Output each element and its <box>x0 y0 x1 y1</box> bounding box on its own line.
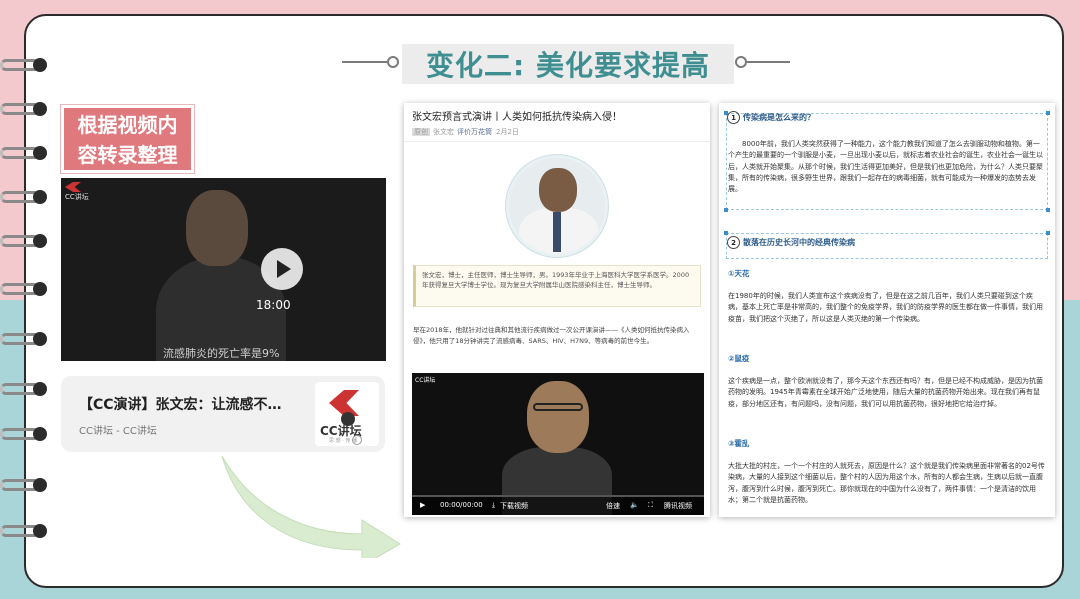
curved-arrow-icon <box>221 455 401 558</box>
embedded-speaker-head <box>527 381 589 453</box>
notebook-page: 变化二: 美化要求提高 根据视频内 容转录整理 CC讲坛 18:00 流感肺炎的… <box>24 14 1064 588</box>
badge-line-2: 容转录整理 <box>77 143 178 167</box>
portrait-head <box>539 168 577 212</box>
video-controls: ▶ 00:00/00:00 ⤓ 下载视频 倍速 🔈 ⛶ 腾讯视频 <box>412 495 704 515</box>
transcript-document: 1 传染病是怎么来的？ 8000年前，我们人类突然获得了一种能力，这个能力教我们… <box>719 103 1055 517</box>
speaker-head <box>186 190 248 266</box>
binder-ring <box>0 280 47 300</box>
item-cholera-body: 大批大批的村庄，一个一个村庄的人就死去，原因是什么？这个就是我们传染病里面非常著… <box>728 462 1045 504</box>
resize-handle[interactable] <box>724 208 728 212</box>
binder-ring <box>0 425 47 445</box>
item-smallpox-body: 在1980年的时候，我们人类宣布这个疾病没有了，但是在这之前几百年，我们人类只要… <box>728 292 1043 323</box>
volume-icon[interactable]: 🔈 <box>630 501 639 509</box>
video-logo: CC讲坛 <box>65 182 89 201</box>
video-progress-bar[interactable] <box>412 495 704 497</box>
portrait-tie <box>553 212 561 252</box>
item-smallpox-title: ①天花 <box>728 269 750 278</box>
resize-handle[interactable] <box>724 231 728 235</box>
item-plague-title: ②鼠疫 <box>728 354 750 363</box>
embedded-video-logo: CC讲坛 <box>415 377 436 384</box>
section-1-number: 1 <box>727 111 740 124</box>
slide-title-box: 变化二: 美化要求提高 <box>402 44 734 84</box>
embedded-video[interactable]: CC讲坛 ▶ 00:00/00:00 ⤓ 下载视频 倍速 🔈 ⛶ 腾讯视频 <box>412 373 704 515</box>
article-intro: 早在2018年，他就针对过往典和其他流行疾病做过一次公开课演讲——《人类如何抵抗… <box>413 326 690 345</box>
section-1-heading: 1 传染病是怎么来的？ <box>727 111 815 124</box>
binder-ring <box>0 144 47 164</box>
cc-logo: CC讲坛 思 想 · 传 播 <box>315 382 379 446</box>
article-meta: 原创 张文宏 评价万花筒 2月2日 <box>412 127 519 137</box>
resize-handle[interactable] <box>1046 208 1050 212</box>
meta-divider <box>404 141 710 142</box>
binder-ring <box>0 100 47 120</box>
author-portrait <box>506 155 608 257</box>
item-cholera-title: ③霍乱 <box>728 439 750 448</box>
title-line-right <box>745 61 790 63</box>
tencent-video-logo: 腾讯视频 <box>664 502 692 510</box>
speaker-figure <box>156 190 286 361</box>
article-screenshot: 张文宏预言式演讲丨人类如何抵抗传染病入侵！ 原创 张文宏 评价万花筒 2月2日 张文宏… <box>404 103 710 517</box>
play-icon[interactable] <box>261 248 303 290</box>
info-icon[interactable] <box>352 435 362 445</box>
binder-ring <box>0 476 47 496</box>
binder-ring <box>0 232 47 252</box>
card-source: CC讲坛 - CC讲坛 <box>79 426 157 437</box>
badge-line-1: 根据视频内 <box>77 113 178 137</box>
section-1-title: 传染病是怎么来的？ <box>743 113 815 122</box>
author-bio: 张文宏，博士，主任医师，博士生导师，男。1993年毕业于上海医科大学医学系医学。… <box>413 265 701 307</box>
resize-handle[interactable] <box>1046 231 1050 235</box>
video-logo-text: CC讲坛 <box>65 193 89 201</box>
section-2-heading: 2 散落在历史长河中的经典传染病 <box>727 236 855 249</box>
play-control-icon[interactable]: ▶ <box>420 501 425 509</box>
binder-ring <box>0 522 47 542</box>
title-dot-left <box>387 56 399 68</box>
slide-title: 变化二: 美化要求提高 <box>426 49 710 82</box>
card-title: 【CC演讲】张文宏：让流感不… <box>79 397 282 413</box>
original-tag: 原创 <box>412 128 430 136</box>
slide-title-bar: 变化二: 美化要求提高 <box>342 40 792 84</box>
title-line-left <box>342 61 390 63</box>
speed-button[interactable]: 倍速 <box>606 501 620 511</box>
transcript-badge: 根据视频内 容转录整理 <box>61 105 194 173</box>
section-1-body: 8000年前，我们人类突然获得了一种能力，这个能力教我们知道了怎么去驯服动物和植… <box>728 140 1043 194</box>
section-2-title: 散落在历史长河中的经典传染病 <box>743 238 855 247</box>
video-duration: 18:00 <box>256 298 291 312</box>
download-video-link[interactable]: 下载视频 <box>500 501 528 511</box>
article-date: 2月2日 <box>496 128 519 136</box>
cc-logo-icon <box>65 182 81 192</box>
binder-ring <box>0 380 47 400</box>
download-icon[interactable]: ⤓ <box>492 501 495 510</box>
item-plague-body: 这个疾病是一点，整个欧洲就没有了，那今天这个东西还有吗？有，但是已经不构成威胁，… <box>728 377 1043 408</box>
binder-ring <box>0 330 47 350</box>
section-2-number: 2 <box>727 236 740 249</box>
fullscreen-icon[interactable]: ⛶ <box>648 501 653 510</box>
article-title: 张文宏预言式演讲丨人类如何抵抗传染病入侵！ <box>412 112 622 123</box>
video-share-card[interactable]: 【CC演讲】张文宏：让流感不… CC讲坛 - CC讲坛 CC讲坛 思 想 · 传… <box>61 376 385 452</box>
article-author: 张文宏 <box>433 128 454 136</box>
article-account[interactable]: 评价万花筒 <box>457 128 492 136</box>
binder-ring <box>0 188 47 208</box>
resize-handle[interactable] <box>1046 111 1050 115</box>
video-time: 00:00/00:00 <box>440 501 483 509</box>
video-subtitle: 流感肺炎的死亡率是9% <box>163 347 280 360</box>
glasses-shape <box>533 403 583 411</box>
binder-ring <box>0 56 47 76</box>
video-player[interactable]: CC讲坛 18:00 流感肺炎的死亡率是9% <box>61 178 386 361</box>
